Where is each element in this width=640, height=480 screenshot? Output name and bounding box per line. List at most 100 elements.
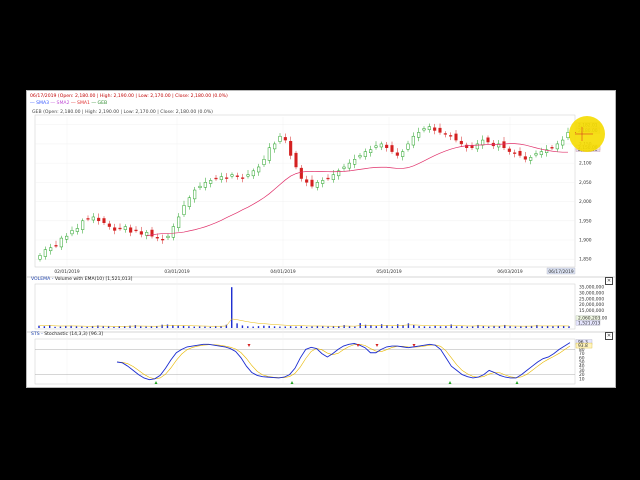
candle-down — [507, 148, 511, 152]
candle-down — [390, 145, 394, 152]
volume-bar — [86, 326, 88, 328]
candle-up — [59, 237, 63, 248]
candle-down — [443, 133, 447, 135]
date-tick-label: 02/01/2019 — [54, 269, 80, 275]
volume-bar — [498, 326, 501, 328]
volume-bar — [568, 326, 570, 328]
volume-bar — [43, 326, 46, 328]
candle-down — [305, 179, 309, 183]
volume-bar — [247, 326, 249, 328]
candle-down — [326, 177, 330, 180]
candle-up — [374, 145, 378, 148]
volume-bar — [209, 326, 212, 328]
candle-up — [566, 132, 570, 139]
close-stoch-pane-button[interactable]: ✕ — [605, 332, 613, 340]
stoch-tick-label: 10 — [579, 376, 585, 382]
candle-down — [113, 227, 117, 231]
volume-bar — [59, 326, 62, 328]
candle-up — [70, 230, 74, 235]
volume-bar — [38, 325, 40, 328]
candle-up — [315, 182, 319, 188]
volume-bar — [54, 326, 56, 328]
volume-bar — [487, 326, 490, 328]
volume-bar — [391, 326, 394, 328]
date-tick-label: 06/03/2019 — [497, 269, 523, 275]
volume-bar — [332, 326, 335, 328]
candle-up — [171, 226, 175, 238]
candle-up — [65, 235, 69, 240]
candle-up — [267, 147, 271, 161]
volume-tick-label: 15,000,000 — [579, 308, 604, 314]
candle-up — [401, 151, 405, 157]
candle-down — [54, 245, 58, 247]
volume-bar — [407, 323, 410, 328]
candle-up — [49, 247, 53, 252]
candle-up — [411, 135, 415, 146]
volume-bar — [434, 325, 436, 328]
candle-down — [449, 135, 453, 137]
candle-up — [257, 166, 261, 173]
volume-bar — [241, 325, 244, 328]
candle-down — [299, 167, 303, 179]
volume-bar — [273, 326, 276, 328]
candle-up — [177, 216, 181, 228]
volume-bar — [455, 326, 458, 328]
volume-bar — [413, 324, 415, 328]
volume-bar — [514, 326, 517, 328]
candle-down — [241, 177, 245, 179]
volume-bar — [268, 325, 270, 328]
volume-bar — [81, 326, 83, 328]
candle-up — [262, 159, 266, 165]
date-tick-label: 05/01/2019 — [376, 269, 402, 275]
volume-bar — [429, 326, 431, 328]
volume-bar — [402, 325, 404, 328]
candle-up — [539, 151, 543, 155]
candle-up — [38, 255, 42, 260]
candle-down — [459, 140, 463, 145]
volume-bar — [204, 326, 206, 328]
volume-bar — [177, 325, 179, 328]
candle-down — [289, 140, 293, 156]
volume-bar — [295, 326, 297, 328]
date-tick-label: 04/01/2019 — [270, 269, 296, 275]
volume-bar — [466, 326, 468, 328]
volume-bar — [150, 326, 153, 328]
volume-bar — [140, 326, 142, 328]
candle-up — [246, 174, 250, 177]
price-tick-label: 1,850 — [579, 257, 592, 263]
candle-down — [129, 227, 133, 233]
candle-up — [123, 226, 127, 230]
candle-up — [75, 228, 79, 232]
volume-bar — [236, 323, 238, 328]
candle-down — [395, 152, 399, 156]
volume-bar — [134, 325, 137, 328]
price-pane — [34, 114, 576, 268]
volume-bar — [338, 326, 340, 328]
volume-bar — [562, 325, 565, 328]
candle-down — [155, 237, 159, 239]
candle-down — [518, 150, 522, 156]
volume-bar — [552, 326, 554, 328]
volume-bar — [418, 326, 420, 328]
candle-down — [118, 227, 122, 230]
candle-down — [86, 218, 90, 220]
candle-down — [502, 141, 506, 149]
volume-tick-label: 30,000,000 — [579, 291, 604, 297]
candle-up — [251, 170, 255, 177]
candle-down — [385, 144, 389, 149]
candle-up — [91, 216, 95, 221]
close-volume-pane-button[interactable]: ✕ — [605, 277, 613, 285]
candle-up — [555, 143, 559, 150]
candle-up — [81, 220, 85, 230]
volume-bar — [396, 324, 399, 328]
volume-bar — [118, 326, 121, 328]
volume-bar — [107, 326, 110, 328]
candle-up — [43, 249, 47, 257]
candle-up — [203, 182, 207, 188]
price-tick-label: 1,950 — [579, 218, 592, 224]
candle-up — [198, 185, 202, 188]
candle-up — [561, 139, 565, 146]
stock-chart-svg[interactable]: 2,2002,1502,1002,0502,0001,9501,9001,850… — [27, 91, 615, 387]
volume-bar — [161, 324, 163, 328]
candle-down — [283, 137, 287, 141]
